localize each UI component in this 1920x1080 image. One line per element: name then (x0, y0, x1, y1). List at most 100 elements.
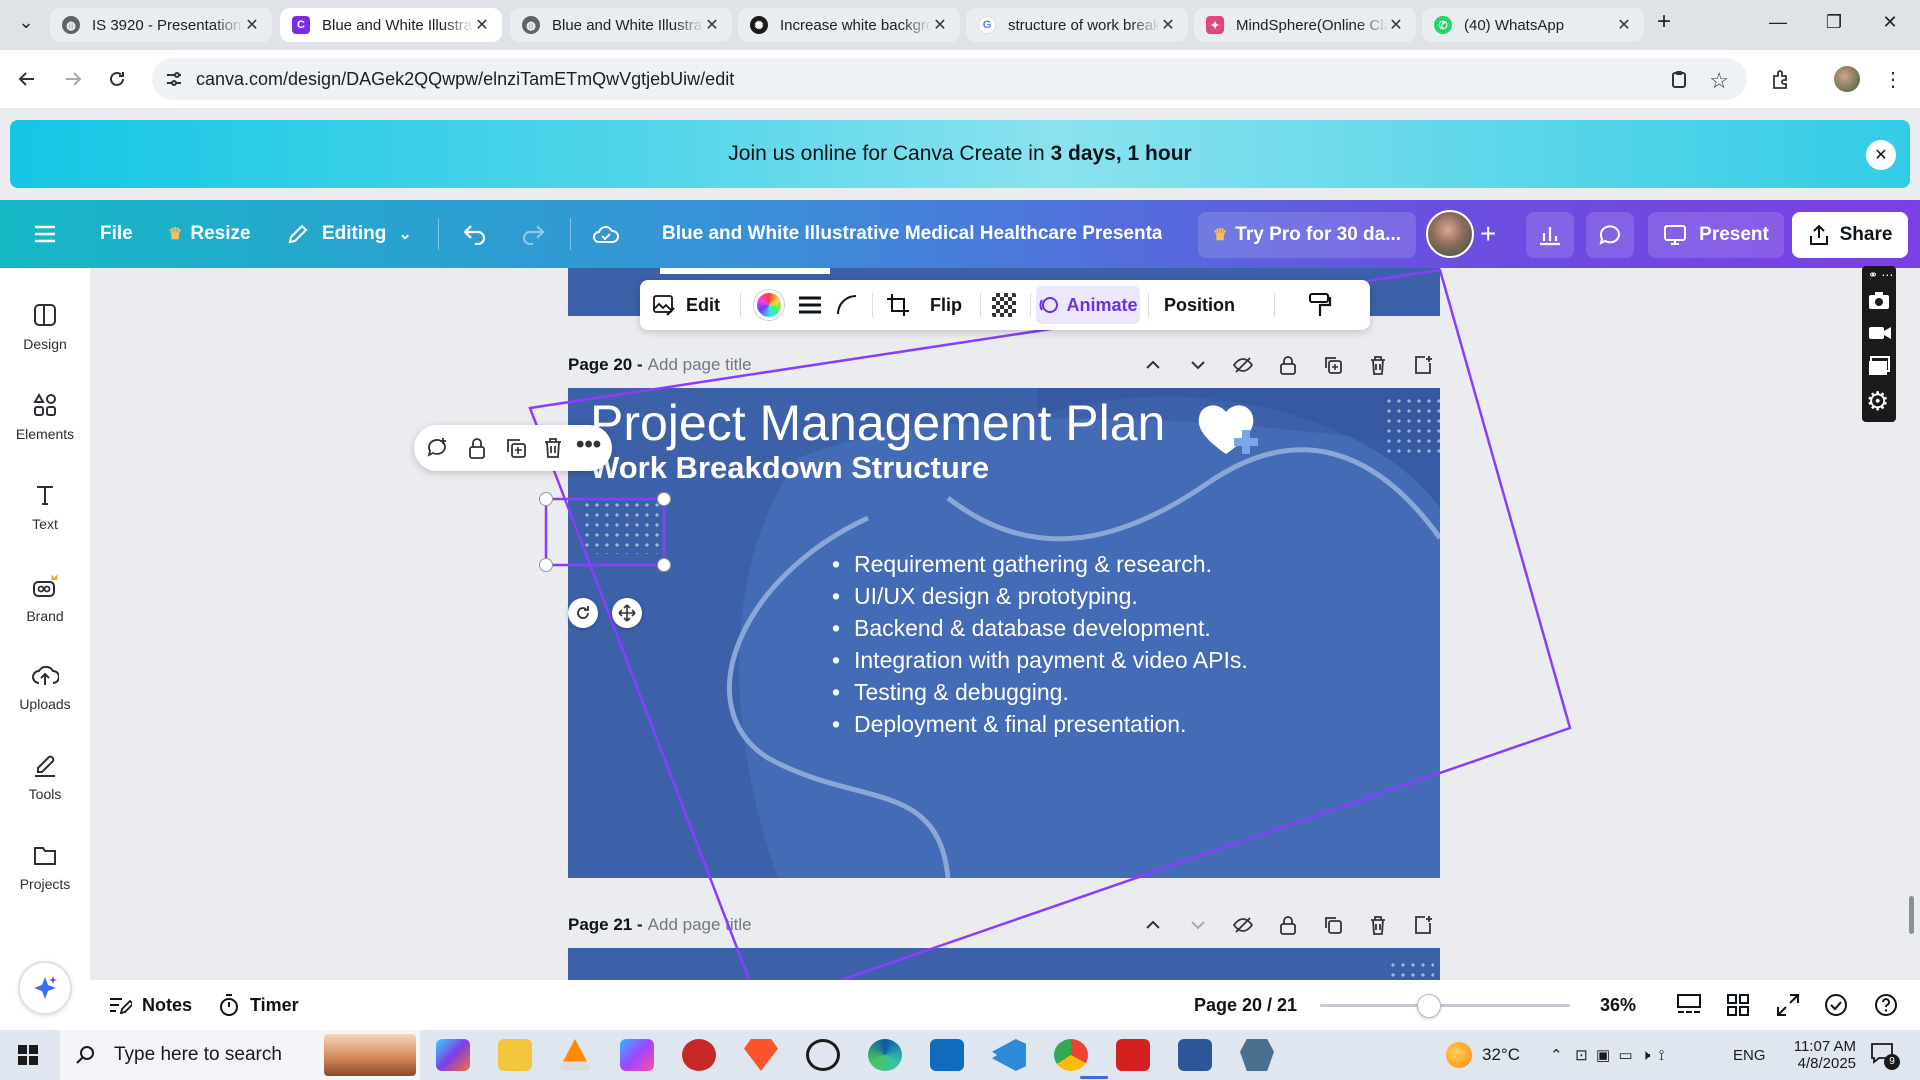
move-page-up-icon[interactable] (1142, 914, 1164, 936)
comments-icon[interactable] (1586, 212, 1634, 258)
sidebar-item-tools[interactable]: Tools (0, 746, 90, 826)
more-options-icon[interactable]: ••• (576, 431, 601, 459)
tab-search-chevron-icon[interactable]: ⌄ (12, 12, 40, 33)
zoom-slider-thumb[interactable] (1417, 994, 1441, 1018)
more-icon[interactable]: ⚭ ⋯ (1868, 268, 1893, 282)
close-tab-icon[interactable]: ✕ (1616, 15, 1632, 35)
heart-plus-icon[interactable] (1194, 400, 1264, 460)
position-button[interactable]: Position (1164, 280, 1235, 330)
word-app-icon[interactable] (1178, 1039, 1212, 1071)
corner-rounding-icon[interactable] (836, 294, 858, 316)
resize-handle[interactable] (657, 558, 671, 572)
document-title[interactable]: Blue and White Illustrative Medical Heal… (662, 200, 1162, 268)
outlook-app-icon[interactable] (930, 1039, 964, 1071)
thumbnail-grid-icon[interactable] (1726, 993, 1750, 1017)
sidebar-item-text[interactable]: Text (0, 476, 90, 556)
reload-icon[interactable] (104, 66, 130, 92)
delete-page-icon[interactable] (1367, 354, 1389, 376)
move-handle-icon[interactable] (612, 598, 642, 628)
color-picker[interactable] (754, 290, 784, 320)
dot-pattern-decoration[interactable] (582, 500, 660, 554)
page-title-input[interactable]: Add page title (648, 355, 752, 375)
profile-avatar[interactable] (1834, 66, 1860, 92)
notes-button[interactable]: Notes (108, 980, 192, 1030)
browser-tab[interactable]: ✦ MindSphere(Online Class) ✕ (1194, 8, 1416, 42)
page-title-input[interactable]: Add page title (648, 915, 752, 935)
add-page-icon[interactable] (1412, 914, 1434, 936)
sidebar-item-projects[interactable]: Projects (0, 836, 90, 916)
copy-style-icon[interactable] (1308, 292, 1332, 318)
browser-tab-active[interactable]: C Blue and White Illustrative ✕ (280, 8, 502, 42)
magic-assistant-button[interactable] (18, 961, 72, 1015)
window-icon[interactable] (1868, 356, 1890, 376)
flip-button[interactable]: Flip (930, 280, 962, 330)
zoom-percentage[interactable]: 36% (1600, 980, 1636, 1030)
move-page-down-icon[interactable] (1187, 914, 1209, 936)
clipboard-icon[interactable] (1669, 69, 1689, 89)
close-tab-icon[interactable]: ✕ (1160, 15, 1176, 35)
move-page-down-icon[interactable] (1187, 354, 1209, 376)
sidebar-item-design[interactable]: Design (0, 296, 90, 376)
duplicate-icon[interactable] (504, 436, 528, 460)
resize-handle[interactable] (657, 492, 671, 506)
vlc-app-icon[interactable] (558, 1039, 592, 1071)
slide-subtitle[interactable]: Work Breakdown Structure (590, 450, 989, 486)
address-bar[interactable]: canva.com/design/DAGek2QQwpw/elnziTamETm… (152, 58, 1747, 100)
acrobat-app-icon[interactable] (1116, 1039, 1150, 1071)
site-info-icon[interactable] (164, 69, 184, 89)
vscode-app-icon[interactable] (992, 1039, 1026, 1071)
add-collaborator-icon[interactable]: + (1480, 200, 1496, 268)
sidebar-item-uploads[interactable]: Uploads (0, 656, 90, 736)
notifications-icon[interactable]: 9 (1870, 1042, 1900, 1070)
extensions-icon[interactable] (1768, 66, 1794, 92)
editing-mode-dropdown[interactable]: Editing ⌄ (286, 200, 412, 268)
browser-tab[interactable]: ✆ (40) WhatsApp ✕ (1422, 8, 1644, 42)
duplicate-page-icon[interactable] (1322, 354, 1344, 376)
duplicate-page-icon[interactable] (1322, 914, 1344, 936)
border-style-icon[interactable] (798, 295, 822, 315)
chrome-app-icon[interactable] (1054, 1039, 1088, 1071)
close-window-icon[interactable]: ✕ (1876, 12, 1904, 33)
close-tab-icon[interactable]: ✕ (1388, 15, 1404, 35)
browser-tab[interactable]: ◍ IS 3920 - Presentation ✕ (50, 8, 272, 42)
slide-title[interactable]: Project Management Plan (590, 394, 1165, 452)
zoom-slider-track[interactable] (1320, 994, 1570, 1018)
check-circle-icon[interactable] (1824, 993, 1848, 1017)
lock-icon[interactable] (466, 436, 488, 460)
crop-icon[interactable] (886, 293, 910, 317)
new-tab-icon[interactable]: + (1650, 8, 1678, 36)
delete-page-icon[interactable] (1367, 914, 1389, 936)
animate-button[interactable]: Animate (1036, 286, 1140, 324)
hide-page-icon[interactable] (1232, 914, 1254, 936)
minimize-icon[interactable]: — (1764, 12, 1792, 33)
antivirus-app-icon[interactable] (682, 1039, 716, 1071)
lock-page-icon[interactable] (1277, 354, 1299, 376)
forward-icon[interactable] (60, 66, 86, 92)
video-icon[interactable] (1868, 324, 1892, 342)
help-icon[interactable] (1874, 993, 1898, 1017)
restore-icon[interactable]: ❐ (1820, 12, 1848, 33)
resize-handle[interactable] (539, 558, 553, 572)
camera-icon[interactable] (1868, 290, 1890, 310)
close-tab-icon[interactable]: ✕ (244, 15, 260, 35)
file-explorer-app-icon[interactable] (498, 1039, 532, 1071)
windows-start-icon[interactable] (18, 1045, 38, 1065)
analytics-icon[interactable] (1526, 212, 1574, 258)
page-indicator[interactable]: Page 20 / 21 (1194, 980, 1297, 1030)
settings-gear-icon[interactable]: ⚙ (1866, 386, 1889, 416)
file-menu[interactable]: File (100, 200, 133, 268)
canvas-scrollbar[interactable] (1909, 896, 1914, 934)
close-tab-icon[interactable]: ✕ (474, 15, 490, 35)
browser-tab[interactable]: ✺ Increase white background ✕ (738, 8, 960, 42)
edge-app-icon[interactable] (868, 1039, 902, 1071)
cloud-saved-icon[interactable] (592, 200, 620, 268)
try-pro-button[interactable]: ♛ Try Pro for 30 da... (1198, 212, 1416, 258)
microsoft-365-app-icon[interactable] (620, 1039, 654, 1071)
trash-icon[interactable] (542, 436, 564, 460)
browser-menu-icon[interactable]: ⋮ (1880, 66, 1906, 92)
resize-button[interactable]: ♛ Resize (168, 200, 251, 268)
weather-widget[interactable]: 32°C (1446, 1030, 1520, 1080)
system-tray-icons[interactable]: ⌃ ⊡ ▣ ▭ 🕨 ⟟ (1550, 1030, 1664, 1080)
bookmark-star-icon[interactable]: ☆ (1709, 68, 1729, 94)
copilot-app-icon[interactable] (436, 1039, 470, 1071)
